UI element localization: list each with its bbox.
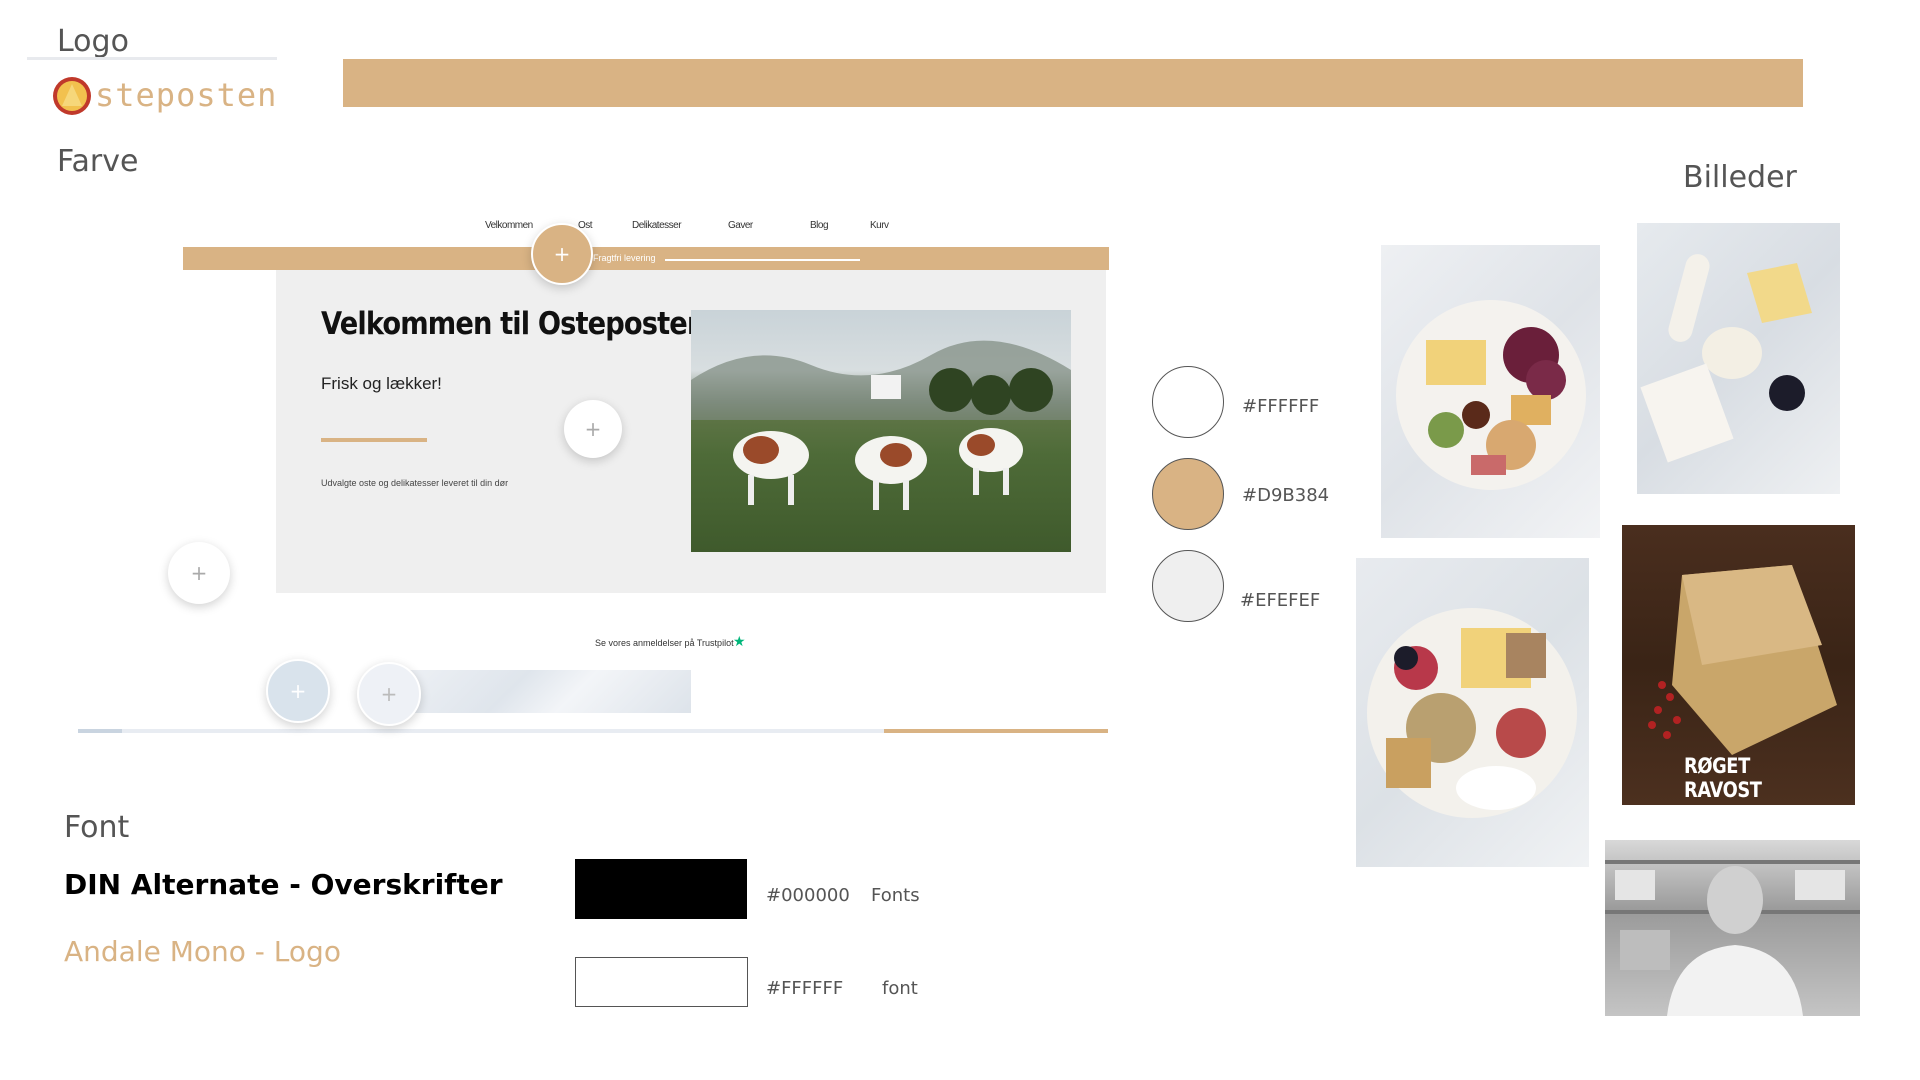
add-button-light[interactable]: + xyxy=(357,662,421,726)
cheesemonger-portrait-image xyxy=(1605,840,1860,1016)
logo-mark xyxy=(52,76,92,116)
font-color-swatch-black xyxy=(575,859,747,919)
logo-wordmark: steposten xyxy=(95,76,278,114)
banner-line xyxy=(665,259,860,261)
nav-item[interactable]: Blog xyxy=(810,220,829,231)
hero-section: Velkommen til Osteposten Frisk og lækker… xyxy=(276,270,1106,593)
review-text[interactable]: Se vores anmeldelser på Trustpilot xyxy=(595,638,734,648)
add-button-accent[interactable]: + xyxy=(531,223,593,285)
hero-accent-line xyxy=(321,438,427,442)
cheese-logo-icon xyxy=(53,77,91,115)
trustpilot-star-icon: ★ xyxy=(733,633,746,649)
color-swatch-accent xyxy=(1152,458,1224,530)
font-section-label: Font xyxy=(64,810,130,845)
hero-subtitle: Frisk og lækker! xyxy=(321,374,442,393)
hero-title: Velkommen til Osteposten xyxy=(321,306,706,342)
add-button-blue[interactable]: + xyxy=(266,659,330,723)
mockup-banner: Fragtfri levering xyxy=(183,247,1109,270)
add-button-white[interactable]: + xyxy=(168,542,230,604)
add-button-white[interactable]: + xyxy=(564,400,622,458)
font-usage-label: font xyxy=(882,978,918,999)
cheese-selection-image xyxy=(1637,223,1840,494)
hero-cows-image xyxy=(691,310,1071,552)
banner-text: Fragtfri levering xyxy=(593,253,656,263)
cheese-platter-image xyxy=(1381,245,1600,538)
nav-item[interactable]: Kurv xyxy=(870,220,889,231)
font-color-swatch-white xyxy=(575,957,748,1007)
logo-font-sample: Andale Mono - Logo xyxy=(64,935,341,968)
marble-strip xyxy=(395,670,691,713)
logo-section-label: Logo xyxy=(57,24,129,59)
color-swatch-white xyxy=(1152,366,1224,438)
color-hex-label: #FFFFFF xyxy=(1242,396,1320,417)
cheese-platter-icon xyxy=(1396,300,1586,490)
nav-item[interactable]: Delikatesser xyxy=(632,220,682,231)
font-hex-label: #FFFFFF xyxy=(766,978,844,999)
color-hex-label: #D9B384 xyxy=(1242,485,1330,506)
cheese-selection-icon xyxy=(1640,254,1812,463)
hero-body: Udvalgte oste og delikatesser leveret ti… xyxy=(321,478,509,488)
color-hex-label: #EFEFEF xyxy=(1240,590,1321,611)
nav-item[interactable]: Gaver xyxy=(728,220,753,231)
mockup-bottom-line-accent xyxy=(884,729,1108,733)
smoked-cheese-label: RØGET RAVOST xyxy=(1684,754,1762,802)
smoked-cheese-image: RØGET RAVOST xyxy=(1622,525,1855,805)
cows-illustration-icon xyxy=(691,340,1071,510)
logo-underline xyxy=(27,57,277,60)
font-hex-label: #000000 xyxy=(766,885,850,906)
mockup-bottom-line-start xyxy=(78,729,122,733)
color-swatch-gray xyxy=(1152,550,1224,622)
images-section-label: Billeder xyxy=(1683,160,1797,195)
color-section-label: Farve xyxy=(57,144,139,179)
font-usage-label: Fonts xyxy=(871,885,920,906)
charcuterie-board-icon xyxy=(1367,608,1577,818)
nav-item[interactable]: Velkommen xyxy=(485,220,533,231)
accent-color-bar xyxy=(343,59,1803,107)
portrait-icon xyxy=(1605,860,1860,1016)
heading-font-sample: DIN Alternate - Overskrifter xyxy=(64,868,503,901)
charcuterie-board-image xyxy=(1356,558,1589,867)
